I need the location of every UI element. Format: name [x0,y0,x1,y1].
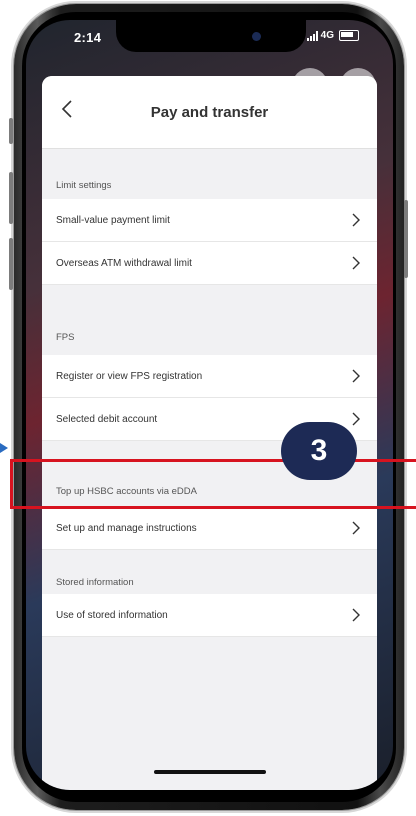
section-header-fps: FPS [42,285,377,355]
list-item-label: Overseas ATM withdrawal limit [56,257,192,269]
home-indicator[interactable] [154,770,266,774]
step-number-badge: 3 [281,422,357,480]
volume-down-button [9,238,13,290]
list-item-label: Selected debit account [56,413,158,425]
back-button[interactable] [52,94,82,124]
section-header-label: Stored information [56,577,134,588]
chevron-right-icon [352,521,360,535]
status-time: 2:14 [74,30,102,45]
power-button [404,200,408,278]
chevron-right-icon [352,256,360,270]
list-item-label: Small-value payment limit [56,214,170,226]
camera-icon [252,32,261,41]
pointer-arrow-icon [0,443,8,453]
list-item-label: Use of stored information [56,609,168,621]
highlight-box [10,459,416,509]
navigation-bar: Pay and transfer [42,76,377,149]
list-item-small-value-payment-limit[interactable]: Small-value payment limit [42,199,377,242]
chevron-right-icon [352,213,360,227]
signal-icon [306,30,318,41]
notch [116,20,306,52]
section-header-label: Limit settings [56,180,112,191]
section-header-limit-settings: Limit settings [42,149,377,199]
volume-up-button [9,172,13,224]
list-item-register-fps[interactable]: Register or view FPS registration [42,355,377,398]
page-title: Pay and transfer [150,103,269,121]
chevron-right-icon [352,369,360,383]
silent-switch [9,118,13,144]
phone-screen: 2:14 4G Pay and transfer Limit settings … [26,20,393,790]
list-item-setup-manage-instructions[interactable]: Set up and manage instructions [42,507,377,550]
section-header-label: FPS [56,332,75,343]
back-chevron-icon [61,100,72,118]
list-item-use-of-stored-information[interactable]: Use of stored information [42,594,377,637]
list-item-label: Register or view FPS registration [56,370,203,382]
status-indicators: 4G [306,30,359,41]
list-item-label: Set up and manage instructions [56,522,197,534]
network-type: 4G [320,30,334,41]
battery-icon [339,30,359,41]
chevron-right-icon [352,608,360,622]
section-header-stored-information: Stored information [42,550,377,594]
list-item-overseas-atm-withdrawal-limit[interactable]: Overseas ATM withdrawal limit [42,242,377,285]
chevron-right-icon [352,412,360,426]
